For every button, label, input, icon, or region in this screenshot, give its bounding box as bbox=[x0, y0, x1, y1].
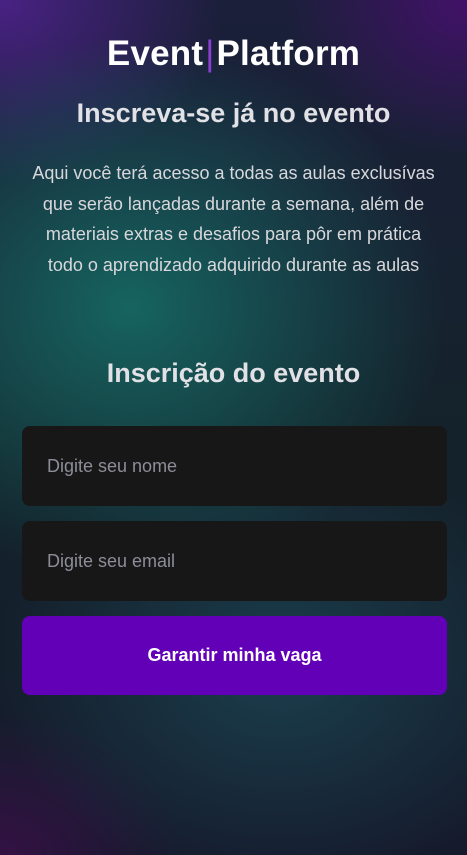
form-title: Inscrição do evento bbox=[106, 358, 361, 388]
page-headline: Inscreva-se já no evento bbox=[76, 98, 391, 128]
logo-word-platform: Platform bbox=[216, 34, 361, 73]
submit-button[interactable]: Garantir minha vaga bbox=[22, 616, 447, 695]
name-input[interactable] bbox=[22, 426, 447, 506]
logo-separator: | bbox=[205, 34, 215, 73]
event-description: Aqui você terá acesso a todas as aulas e… bbox=[32, 163, 435, 275]
event-platform-logo: Event|Platform bbox=[0, 34, 467, 74]
email-input[interactable] bbox=[22, 521, 447, 601]
logo-word-event: Event bbox=[106, 34, 204, 73]
